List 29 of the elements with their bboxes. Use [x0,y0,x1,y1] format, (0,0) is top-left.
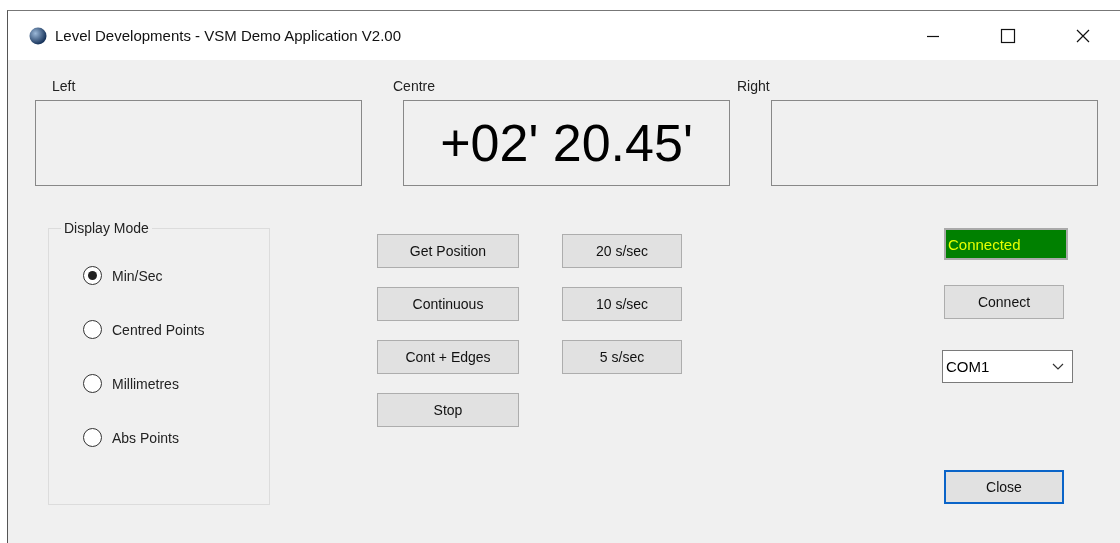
radio-button[interactable] [83,428,102,447]
display-label: Right [737,78,771,96]
app-globe-icon [29,26,47,45]
radio-button[interactable] [83,320,102,339]
maximize-icon[interactable] [999,27,1016,44]
rate-button[interactable]: 10 s/sec [562,287,682,321]
rate-button[interactable]: 5 s/sec [562,340,682,374]
readout-value: +02' 20.45' [440,113,693,173]
display-label: Left [52,78,77,96]
display-label: Centre [393,78,437,96]
group-title: Display Mode [61,220,152,236]
close-button[interactable]: Close [944,470,1064,504]
radio-button[interactable] [83,374,102,393]
action-button[interactable]: Stop [377,393,519,427]
action-button[interactable]: Continuous [377,287,519,321]
radio-label: Min/Sec [112,267,163,284]
action-button[interactable]: Get Position [377,234,519,268]
radio-label: Abs Points [112,429,179,446]
port-dropdown[interactable]: COM1 [942,350,1073,383]
chevron-down-icon [1052,362,1064,371]
connect-button[interactable]: Connect [944,285,1064,319]
action-button[interactable]: Cont + Edges [377,340,519,374]
radio-label: Millimetres [112,375,179,392]
status-text: Connected [946,230,1066,258]
window-title: Level Developments - VSM Demo Application V2.00 [55,27,402,44]
radio-label: Centred Points [112,321,205,338]
close-icon[interactable] [1074,27,1091,44]
radio-button[interactable] [83,266,102,285]
rate-button[interactable]: 20 s/sec [562,234,682,268]
